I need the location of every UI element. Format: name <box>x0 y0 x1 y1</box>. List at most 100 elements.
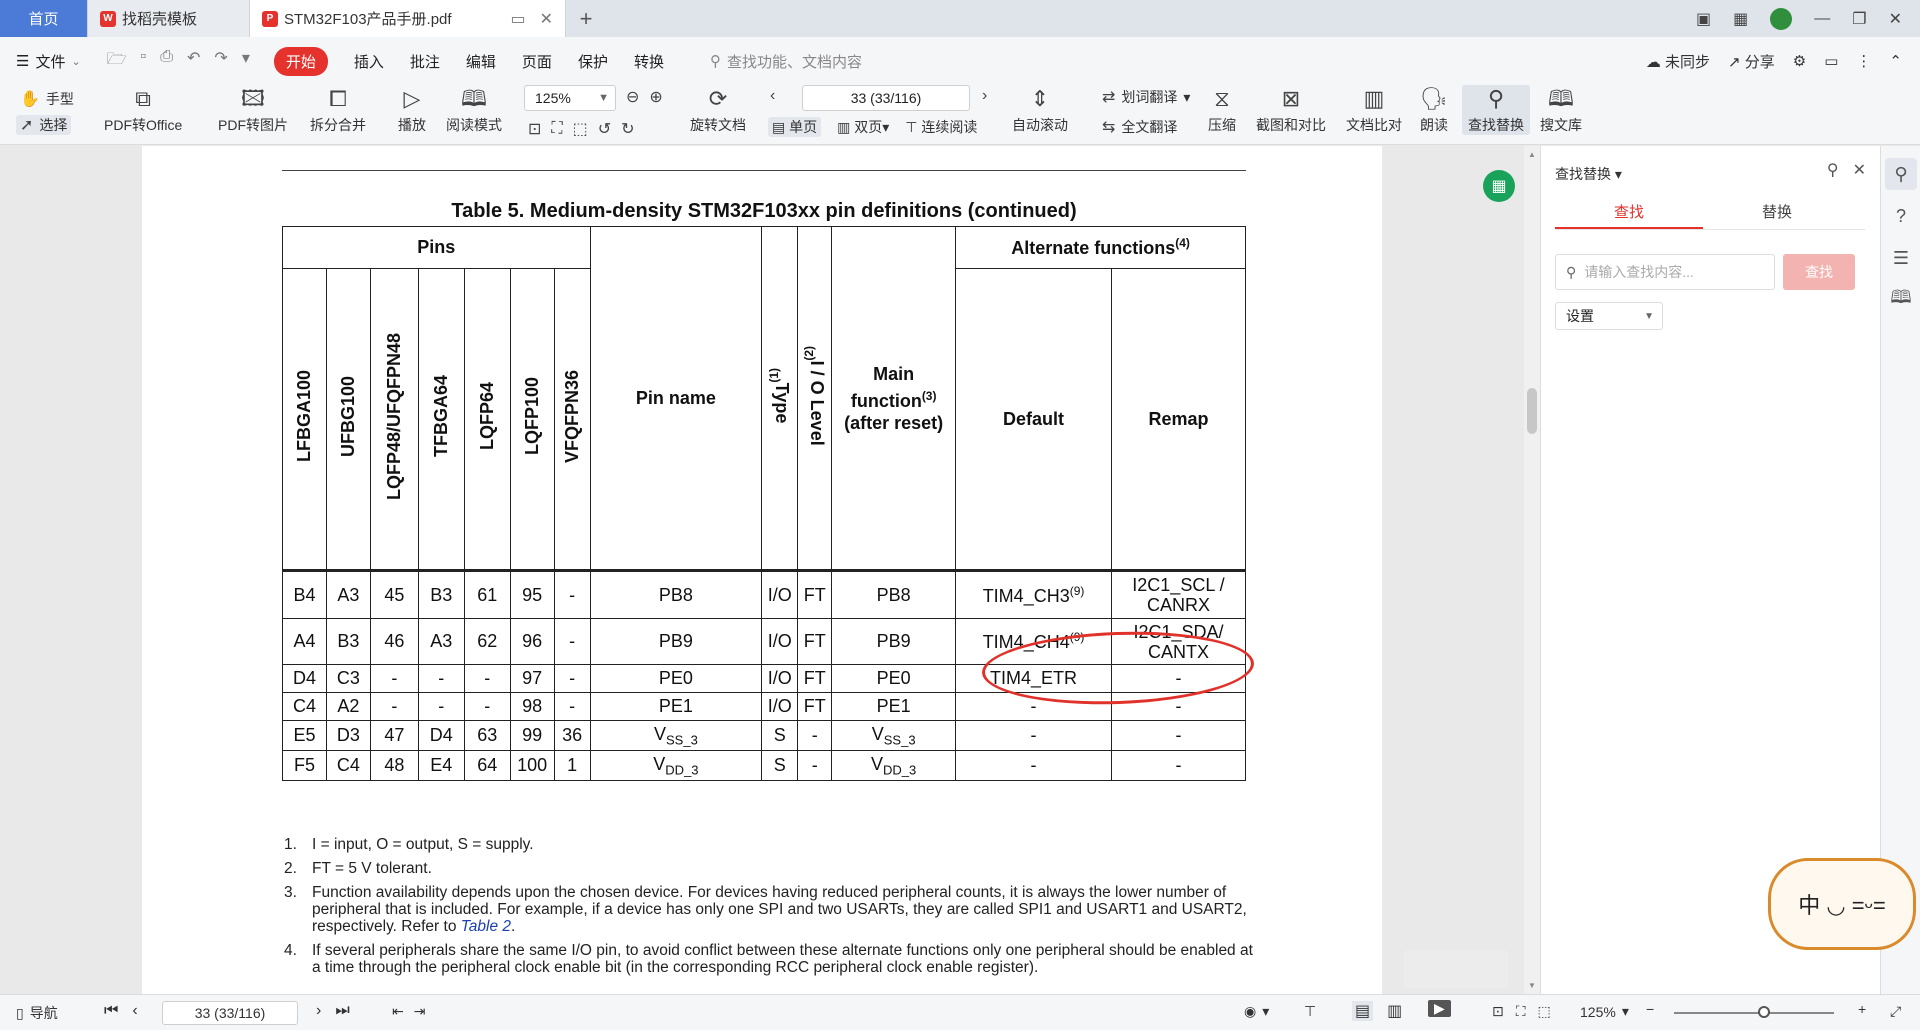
prev-page-icon[interactable]: ‹ <box>132 1002 137 1020</box>
double-page-button[interactable]: ▥ 双页▾ <box>837 117 889 137</box>
more-dropdown-icon[interactable]: ▾ <box>242 48 250 75</box>
hand-tool[interactable]: ✋ 手型 <box>20 89 74 109</box>
status-page-input[interactable]: 33 (33/116) <box>162 1001 298 1025</box>
close-window-icon[interactable]: ✕ <box>1889 9 1902 29</box>
forward-icon[interactable]: ⇥ <box>414 1003 426 1020</box>
undo-icon[interactable]: ↶ <box>187 48 200 75</box>
tab-docer-templates[interactable]: W 找稻壳模板 <box>88 0 250 37</box>
menu-edit[interactable]: 编辑 <box>466 51 496 72</box>
redo-icon[interactable]: ↷ <box>214 48 227 75</box>
scroll-down-icon[interactable]: ▼ <box>1528 981 1536 990</box>
pdf-to-image-button[interactable]: 🖾 PDF转图片 <box>218 85 288 135</box>
minimize-icon[interactable]: — <box>1814 10 1830 28</box>
zoom-slider[interactable] <box>1674 1006 1834 1018</box>
find-replace-side-icon[interactable]: ⚲ <box>1885 158 1917 190</box>
word-translate-button[interactable]: ⇄ 划词翻译 ▾ <box>1102 87 1190 107</box>
menu-file[interactable]: ☰ 文件 ⌄ <box>16 51 81 72</box>
avatar[interactable] <box>1770 7 1793 30</box>
next-page-button[interactable]: › <box>982 87 987 105</box>
tab-find[interactable]: 查找 <box>1555 198 1703 229</box>
next-page-icon[interactable]: › <box>316 1002 321 1020</box>
navigation-button[interactable]: ▯ 导航 <box>16 1003 58 1023</box>
menu-start[interactable]: 开始 <box>273 46 328 76</box>
save-icon[interactable]: ▫ <box>141 48 147 75</box>
spreadsheet-float-icon[interactable]: ▦ <box>1483 170 1515 202</box>
last-page-icon[interactable]: ⏭ <box>335 1002 349 1020</box>
zoom-select[interactable]: 125% ▼ <box>524 85 616 111</box>
pdf-to-office-button[interactable]: ⧉ PDF转Office <box>104 85 182 135</box>
play-button[interactable]: ▷ 播放 <box>398 85 426 135</box>
rotate-left-icon[interactable]: ↺ <box>598 119 611 139</box>
status-zoom-out[interactable]: − <box>1646 1001 1654 1017</box>
open-icon[interactable]: 🗁 <box>107 48 127 75</box>
double-view-icon[interactable]: ▥ <box>1387 1001 1402 1021</box>
tab-home[interactable]: 首页 <box>0 0 88 37</box>
apps-grid-icon[interactable]: ▦ <box>1733 9 1748 29</box>
tab-close-icon[interactable]: ✕ <box>540 9 553 29</box>
menu-annotate[interactable]: 批注 <box>410 51 440 72</box>
scroll-up-icon[interactable]: ▲ <box>1528 150 1536 159</box>
comment-icon[interactable]: ▭ <box>1824 52 1838 70</box>
help-icon[interactable]: ? <box>1885 200 1917 232</box>
screenshot-compare-button[interactable]: ⊠ 截图和对比 <box>1256 85 1326 135</box>
panel-close-icon[interactable]: ✕ <box>1853 160 1866 180</box>
menu-protect[interactable]: 保护 <box>578 51 608 72</box>
document-area[interactable]: Table 5. Medium-density STM32F103xx pin … <box>0 146 1540 994</box>
settings-gear-icon[interactable]: ⚙ <box>1793 52 1806 70</box>
scrollbar-thumb[interactable] <box>1527 388 1537 434</box>
doc-compare-button[interactable]: ▥ 文档比对 <box>1346 85 1402 135</box>
full-translate-button[interactable]: ⇆ 全文翻译 <box>1102 117 1177 137</box>
select-tool[interactable]: ➚ 选择 <box>16 115 72 135</box>
tab-replace[interactable]: 替换 <box>1703 198 1851 229</box>
sync-status[interactable]: ☁ 未同步 <box>1646 51 1710 72</box>
first-page-icon[interactable]: ⏮ <box>104 1002 118 1020</box>
layout-icon[interactable]: ▣ <box>1696 9 1711 29</box>
actual-size-icon[interactable]: ⊡ <box>528 119 541 139</box>
rotate-document-button[interactable]: ⟳ 旋转文档 <box>690 85 746 135</box>
auto-scroll-button[interactable]: ⇕ 自动滚动 <box>1012 85 1068 135</box>
find-replace-button[interactable]: ⚲ 查找替换 <box>1462 85 1530 135</box>
status-zoom-in[interactable]: + <box>1858 1001 1866 1017</box>
ime-mascot[interactable]: 中 ◡ =ᵕ= <box>1768 858 1916 950</box>
new-tab-button[interactable]: + <box>566 0 606 37</box>
zoom-slider-knob[interactable] <box>1758 1006 1770 1018</box>
table-2-link[interactable]: Table 2 <box>461 918 511 935</box>
panel-title[interactable]: 查找替换 ▾ <box>1555 164 1622 184</box>
tab-pin-icon[interactable]: ▭ <box>510 9 525 29</box>
find-input[interactable]: ⚲ 请输入查找内容... <box>1555 254 1775 290</box>
prev-page-button[interactable]: ‹ <box>770 87 775 105</box>
split-merge-button[interactable]: ⧠ 拆分合并 <box>310 85 366 135</box>
fit-page-icon[interactable]: ⛶ <box>1516 1003 1526 1020</box>
more-icon[interactable]: ⋮ <box>1856 52 1871 70</box>
adjust-settings-icon[interactable]: ☰ <box>1885 242 1917 274</box>
floating-ghost-button[interactable] <box>1404 950 1508 988</box>
function-search[interactable]: ⚲ 查找功能、文档内容 <box>710 51 862 72</box>
pin-icon[interactable]: ⚲ <box>1827 160 1839 180</box>
fit-page-icon[interactable]: ⛶ <box>551 120 562 138</box>
search-library-button[interactable]: 🕮 搜文库 <box>1540 85 1582 135</box>
read-mode-button[interactable]: 🕮 阅读模式 <box>446 85 502 135</box>
restore-icon[interactable]: ❐ <box>1852 9 1866 29</box>
actual-size-icon[interactable]: ⊡ <box>1492 1003 1504 1020</box>
library-side-icon[interactable]: 🕮 <box>1885 284 1917 316</box>
fit-width-icon[interactable]: ⬚ <box>573 119 588 139</box>
single-page-button[interactable]: ▤ 单页 <box>768 117 822 137</box>
fit-width-icon[interactable]: ⬚ <box>1538 1003 1551 1020</box>
zoom-in-icon[interactable]: ⊕ <box>649 87 662 107</box>
back-icon[interactable]: ⇤ <box>392 1003 404 1020</box>
find-button[interactable]: 查找 <box>1783 254 1855 290</box>
print-icon[interactable]: ⎙ <box>160 48 173 75</box>
continuous-toggle[interactable]: ⊤ <box>1304 1003 1316 1020</box>
eye-protect-button[interactable]: ◉ ▾ <box>1244 1003 1269 1020</box>
menu-insert[interactable]: 插入 <box>354 51 384 72</box>
vertical-scrollbar[interactable]: ▲ ▼ <box>1524 146 1540 994</box>
share-button[interactable]: ↗ 分享 <box>1728 51 1775 72</box>
zoom-out-icon[interactable]: ⊖ <box>626 87 639 107</box>
menu-convert[interactable]: 转换 <box>634 51 664 72</box>
rotate-right-icon[interactable]: ↻ <box>621 119 634 139</box>
read-aloud-button[interactable]: 🗣 朗读 <box>1420 85 1448 135</box>
fullscreen-button[interactable]: ⤢ <box>1890 1003 1901 1020</box>
single-view-icon[interactable]: ▤ <box>1352 1001 1374 1021</box>
settings-select[interactable]: 设置 ▼ <box>1555 302 1663 330</box>
continuous-read-button[interactable]: ⊤ 连续阅读 <box>905 117 977 137</box>
